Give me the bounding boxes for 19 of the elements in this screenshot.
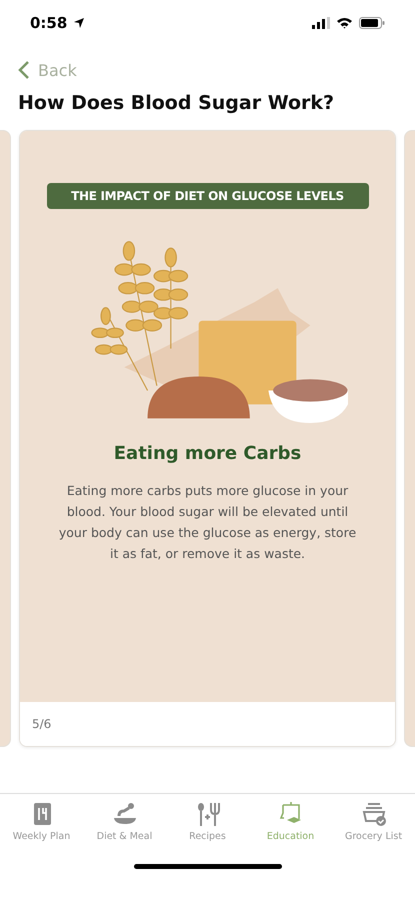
next-card[interactable] xyxy=(404,130,415,747)
tab-bar-item[interactable]: Diet & Meal xyxy=(83,798,166,844)
status-time: 0:58 xyxy=(30,14,68,32)
location-icon xyxy=(73,17,86,29)
tab-bar-item[interactable]: Weekly Plan xyxy=(0,798,83,844)
page-indicator: 5/6 xyxy=(32,717,52,731)
page-title: How Does Blood Sugar Work? xyxy=(18,92,336,114)
card-text: Eating more carbs puts more glucose in your blood. Your blood sugar will be elevated until your body can use the glucose as energy, store it as fat, or remove it as waste. xyxy=(58,482,358,563)
back-button[interactable]: Back xyxy=(16,58,79,82)
wifi-icon xyxy=(336,17,353,29)
battery-icon xyxy=(359,17,385,29)
card-heading: Eating more Carbs xyxy=(114,443,302,464)
signal-icon xyxy=(312,17,330,29)
chevron-left-icon xyxy=(18,60,30,80)
tab-bar-item[interactable]: Recipes xyxy=(166,798,249,844)
tab-bar-item[interactable]: Education xyxy=(249,798,332,844)
banner: THE IMPACT OF DIET ON GLUCOSE LEVELS xyxy=(46,183,368,209)
tab-bar-item[interactable]: Grocery List xyxy=(332,798,415,844)
previous-card[interactable] xyxy=(0,130,11,747)
